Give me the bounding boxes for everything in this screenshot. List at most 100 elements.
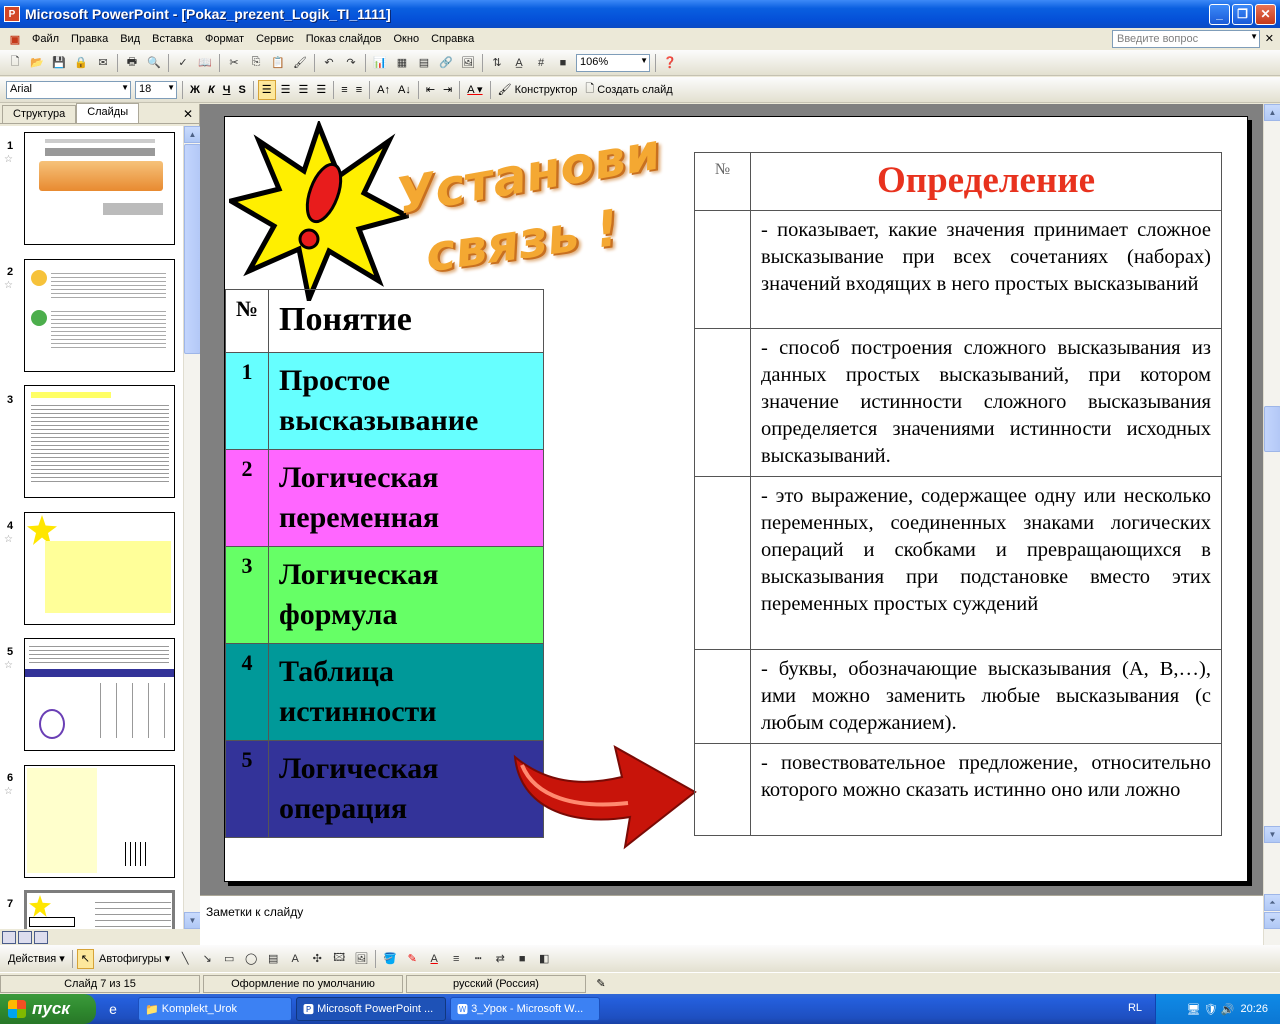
keyboard-language[interactable]: RL xyxy=(1128,1002,1142,1014)
print-icon[interactable]: 🖶 xyxy=(122,53,142,73)
line-icon[interactable]: ╲ xyxy=(175,949,195,969)
italic-button[interactable]: К xyxy=(205,80,218,100)
save-icon[interactable]: 💾 xyxy=(49,53,69,73)
scroll-down-icon[interactable]: ▼ xyxy=(184,912,201,929)
slide-thumbnail-6[interactable] xyxy=(24,765,175,878)
definition-answer-cell[interactable] xyxy=(694,476,751,650)
hyperlink-icon[interactable]: 🔗 xyxy=(436,53,456,73)
tray-security-icon[interactable]: 🛡 xyxy=(1204,1003,1218,1016)
align-left-icon[interactable]: ☰ xyxy=(257,79,276,100)
paste-icon[interactable]: 📋 xyxy=(268,53,288,73)
menu-format[interactable]: Формат xyxy=(199,33,250,45)
new-icon[interactable]: 🗋 xyxy=(5,53,25,73)
close-panel-icon[interactable]: ✕ xyxy=(183,107,193,121)
align-right-icon[interactable]: ☰ xyxy=(296,80,312,100)
slide-thumbnail-4[interactable] xyxy=(24,512,175,625)
undo-icon[interactable]: ↶ xyxy=(319,53,339,73)
menu-edit[interactable]: Правка xyxy=(65,33,114,45)
powerpoint-app-icon[interactable]: P xyxy=(4,6,20,22)
dash-style-icon[interactable]: ┅ xyxy=(468,949,488,969)
slide-thumbnail-5[interactable] xyxy=(24,638,175,751)
actions-menu[interactable]: Действия ▾ xyxy=(5,949,68,969)
minimize-button[interactable]: _ xyxy=(1209,3,1230,25)
rectangle-icon[interactable]: ▭ xyxy=(219,949,239,969)
shadow-style-icon[interactable]: ■ xyxy=(512,949,532,969)
menu-slideshow[interactable]: Показ слайдов xyxy=(300,33,388,45)
zoom-select[interactable]: 106% ▼ xyxy=(576,53,650,72)
help-icon[interactable]: ❓ xyxy=(660,53,680,73)
chart-icon[interactable]: 📊 xyxy=(370,53,390,73)
expand-all-icon[interactable]: ⇅ xyxy=(487,53,507,73)
document-icon[interactable]: ▣ xyxy=(4,31,26,47)
oval-icon[interactable]: ◯ xyxy=(241,949,261,969)
wordart-icon[interactable]: A xyxy=(285,949,305,969)
menu-tools[interactable]: Сервис xyxy=(250,33,300,45)
tables-borders-icon[interactable]: ▤ xyxy=(414,53,434,73)
arrow-style-icon[interactable]: ⇄ xyxy=(490,949,510,969)
grid-icon[interactable]: # xyxy=(531,53,551,73)
chevron-down-icon[interactable]: ▼ xyxy=(640,56,648,65)
arrow-icon[interactable]: ↘ xyxy=(197,949,217,969)
internet-explorer-icon[interactable]: e xyxy=(104,1000,122,1018)
research-icon[interactable]: 📖 xyxy=(195,53,215,73)
font-color-icon[interactable]: A xyxy=(424,949,444,969)
align-center-icon[interactable]: ☰ xyxy=(278,80,294,100)
tab-outline[interactable]: Структура xyxy=(2,105,77,123)
scroll-up-icon[interactable]: ▲ xyxy=(184,126,201,143)
start-button[interactable]: пуск xyxy=(0,994,96,1024)
menu-help[interactable]: Справка xyxy=(425,33,480,45)
copy-icon[interactable]: ⎘ xyxy=(246,53,266,73)
close-button[interactable]: ✕ xyxy=(1255,3,1276,25)
decrease-font-icon[interactable]: A↓ xyxy=(395,80,414,100)
transition-icon[interactable]: ☆ xyxy=(4,280,13,291)
menu-window[interactable]: Окно xyxy=(388,33,426,45)
underline-button[interactable]: Ч xyxy=(220,80,234,100)
previous-slide-icon[interactable]: ⏶ xyxy=(1264,894,1280,911)
slide-sorter-view-icon[interactable] xyxy=(18,930,32,944)
slide-thumbnail-7[interactable] xyxy=(24,890,175,929)
line-style-icon[interactable]: ≡ xyxy=(446,949,466,969)
definition-answer-cell[interactable] xyxy=(694,210,751,329)
increase-indent-icon[interactable]: ⇥ xyxy=(440,80,455,100)
chevron-down-icon[interactable]: ▼ xyxy=(1250,32,1258,41)
cut-icon[interactable]: ✂ xyxy=(224,53,244,73)
task-word[interactable]: 🆆 3_Урок - Microsoft W... xyxy=(450,997,600,1021)
next-slide-icon[interactable]: ⏷ xyxy=(1264,912,1280,929)
insert-image-icon[interactable]: 🖼 xyxy=(458,53,478,73)
slide-thumbnail-3[interactable] xyxy=(24,385,175,498)
clipart-icon[interactable]: 🖾 xyxy=(329,949,349,969)
print-preview-icon[interactable]: 🔍 xyxy=(144,53,164,73)
chevron-down-icon[interactable]: ▼ xyxy=(121,83,129,92)
tab-slides[interactable]: Слайды xyxy=(76,103,140,123)
open-icon[interactable]: 📂 xyxy=(27,53,47,73)
transition-icon[interactable]: ☆ xyxy=(4,534,13,545)
slideshow-view-icon[interactable] xyxy=(34,930,48,944)
definition-answer-cell[interactable] xyxy=(694,328,751,477)
notes-pane[interactable]: Заметки к слайду xyxy=(200,895,1263,945)
slide-thumbnail-2[interactable] xyxy=(24,259,175,372)
designer-button[interactable]: 🖌 Конструктор xyxy=(495,80,581,100)
diagram-icon[interactable]: ✣ xyxy=(307,949,327,969)
select-pointer-icon[interactable]: ↖ xyxy=(76,948,94,969)
new-slide-button[interactable]: 🗋 Создать слайд xyxy=(582,80,675,100)
show-formatting-icon[interactable]: A̲ xyxy=(509,53,529,73)
task-explorer[interactable]: 📁 Komplekt_Urok xyxy=(138,997,292,1021)
menu-insert[interactable]: Вставка xyxy=(146,33,199,45)
line-color-icon[interactable]: ✎ xyxy=(402,949,422,969)
maximize-button[interactable]: ❐ xyxy=(1232,3,1253,25)
fill-color-icon[interactable]: 🪣 xyxy=(380,949,400,969)
thumbnails-scrollbar[interactable]: ▲ ▼ xyxy=(183,126,201,929)
tray-network-icon[interactable]: 🖥 xyxy=(1187,1003,1201,1016)
email-icon[interactable]: ✉ xyxy=(93,53,113,73)
normal-view-icon[interactable] xyxy=(2,930,16,944)
bold-button[interactable]: Ж xyxy=(187,80,203,100)
redo-icon[interactable]: ↷ xyxy=(341,53,361,73)
numbering-icon[interactable]: ≡ xyxy=(338,80,350,100)
ask-question-input[interactable]: Введите вопрос ▼ xyxy=(1112,30,1260,48)
permission-icon[interactable]: 🔒 xyxy=(71,53,91,73)
close-doc-icon[interactable]: ✕ xyxy=(1265,32,1274,45)
autoshapes-menu[interactable]: Автофигуры ▾ xyxy=(96,949,173,969)
scroll-thumb[interactable] xyxy=(1264,406,1280,452)
editor-scrollbar[interactable]: ▲ ▼ ⏶ ⏷ xyxy=(1263,104,1280,945)
transition-icon[interactable]: ☆ xyxy=(4,660,13,671)
